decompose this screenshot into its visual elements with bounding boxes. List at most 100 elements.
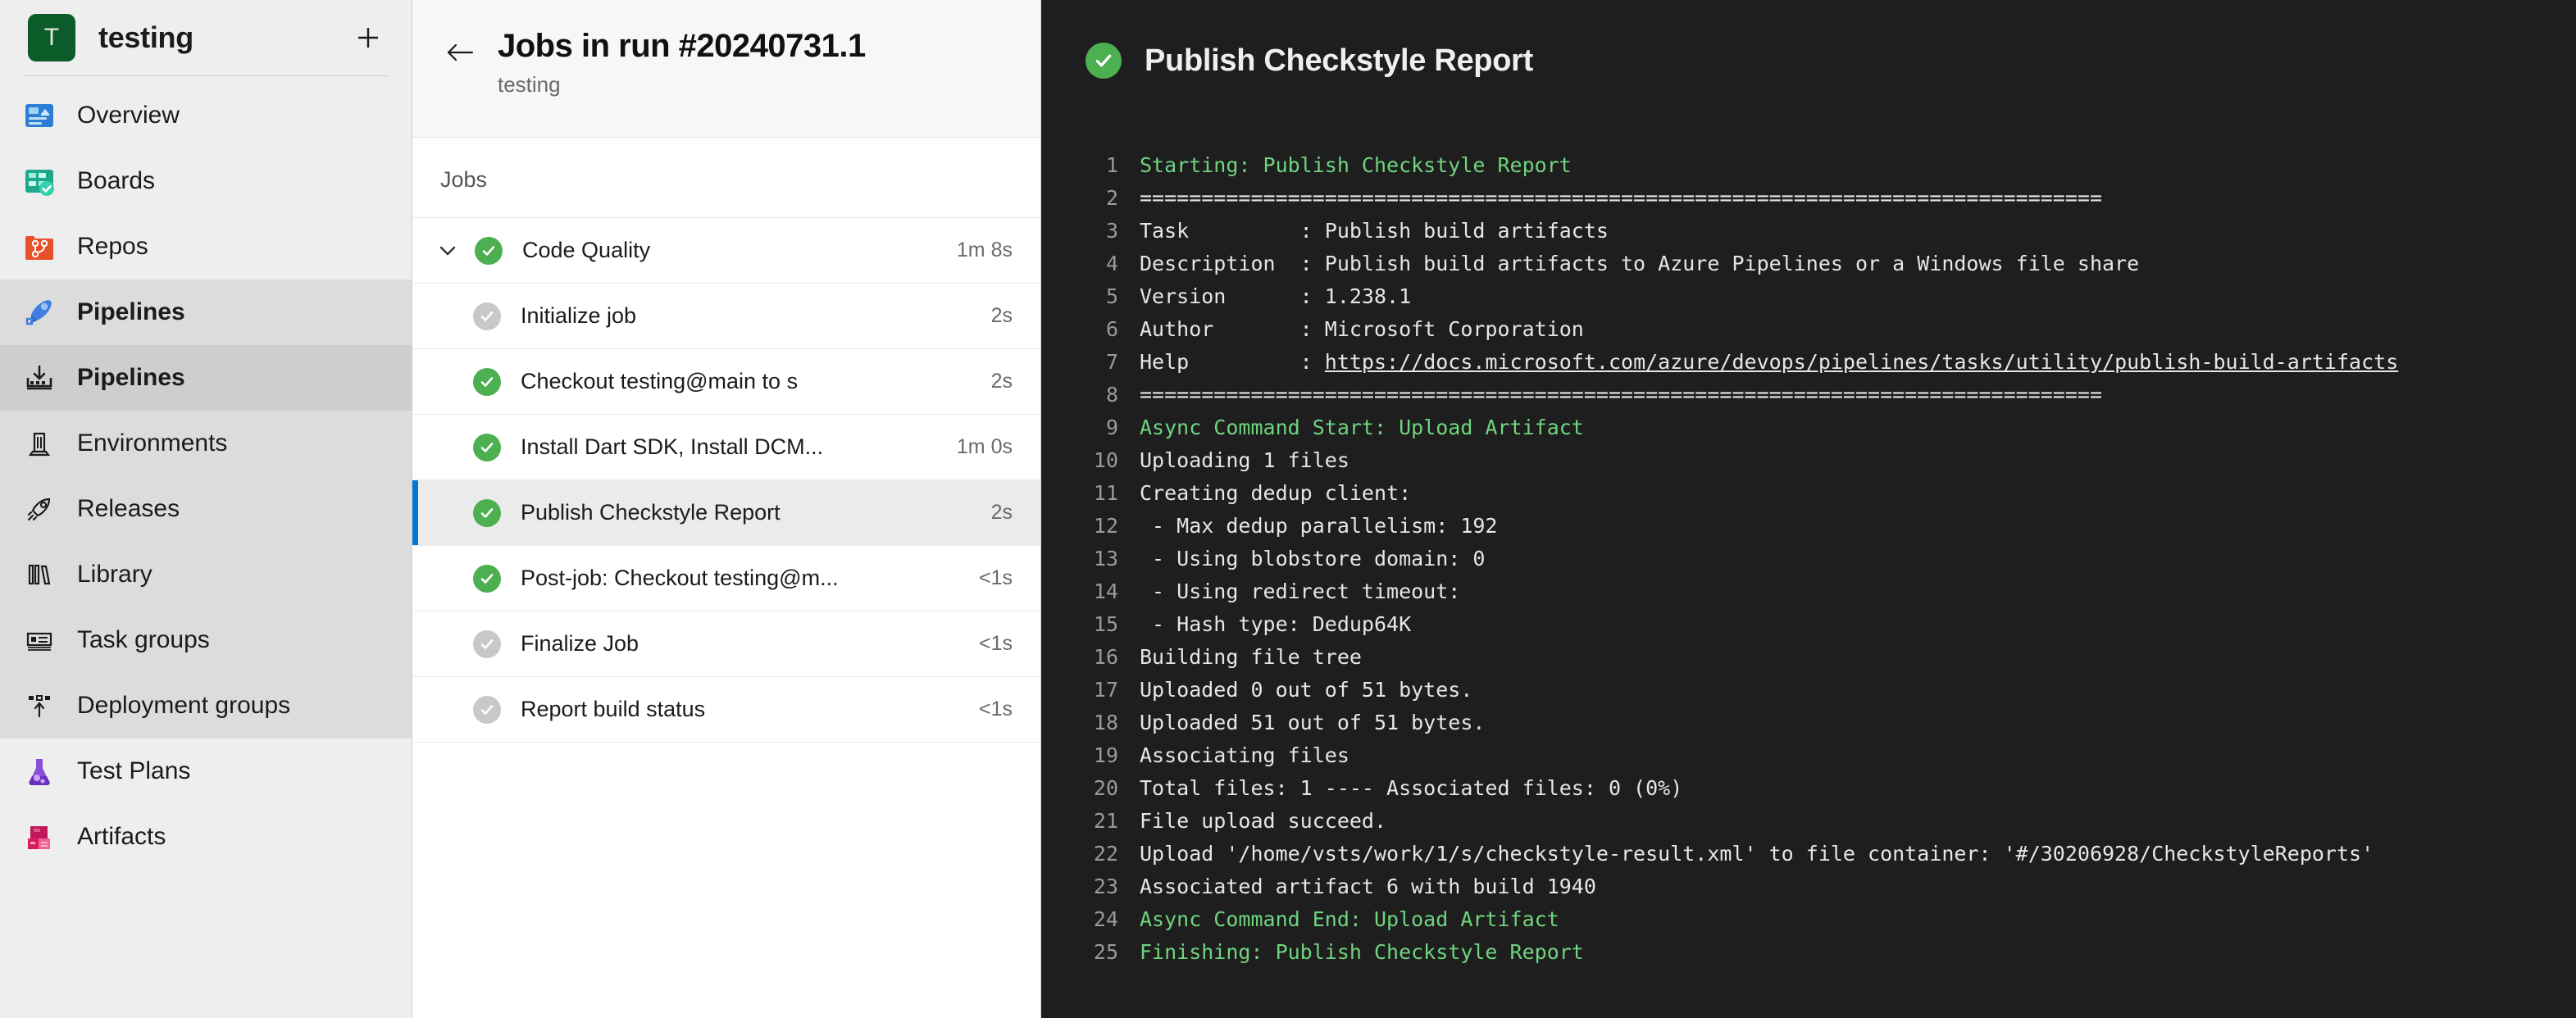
sidebar-item-label: Pipelines — [77, 298, 185, 325]
log-line-number: 21 — [1093, 809, 1118, 833]
deployment-groups-icon — [20, 686, 59, 725]
job-duration: <1s — [978, 566, 1013, 589]
log-help-link[interactable]: https://docs.microsoft.com/azure/devops/… — [1325, 350, 2398, 374]
sidebar-item-repos[interactable]: Repos — [0, 214, 412, 279]
log-line-number: 16 — [1093, 645, 1118, 669]
log-output[interactable]: 1 Starting: Publish Checkstyle Report 2 ===… — [1041, 92, 2576, 1018]
job-row-initialize-job[interactable]: Initialize job 2s — [412, 284, 1040, 349]
sidebar-item-label: Releases — [77, 495, 180, 522]
job-name: Report build status — [521, 697, 706, 721]
log-line-number: 20 — [1093, 776, 1118, 800]
log-line: 1 Starting: Publish Checkstyle Report — [1041, 149, 2576, 182]
log-line-number: 22 — [1093, 842, 1118, 866]
job-duration: 1m 8s — [956, 239, 1013, 261]
plus-icon — [358, 28, 378, 48]
sidebar-item-label: Overview — [77, 102, 180, 129]
log-line-text: - Hash type: Dedup64K — [1140, 612, 1412, 636]
sidebar-item-label: Artifacts — [77, 823, 166, 850]
sidebar-item-label: Boards — [77, 167, 156, 194]
log-line-text: ========================================… — [1140, 186, 2102, 210]
log-line-number: 5 — [1105, 284, 1118, 308]
log-line-number: 3 — [1105, 219, 1118, 243]
log-line-text: Building file tree — [1140, 645, 1362, 669]
log-line-number: 6 — [1105, 317, 1118, 341]
job-row-install-dart-sdk[interactable]: Install Dart SDK, Install DCM... 1m 0s — [412, 415, 1040, 480]
log-line: 22 Upload '/home/vsts/work/1/s/checkstyle… — [1041, 838, 2576, 870]
sidebar-item-pipelines-group[interactable]: Pipelines — [0, 279, 412, 345]
log-line-text: File upload succeed. — [1140, 809, 1387, 833]
status-icon-success — [475, 236, 503, 265]
sidebar-item-task-groups[interactable]: Task groups — [0, 607, 412, 673]
sidebar-item-overview[interactable]: Overview — [0, 83, 412, 148]
status-icon-success — [1085, 43, 1122, 79]
sidebar-item-boards[interactable]: Boards — [0, 148, 412, 214]
job-row-checkout[interactable]: Checkout testing@main to s 2s — [412, 349, 1040, 415]
job-duration: <1s — [978, 698, 1013, 720]
jobs-list-filler — [412, 743, 1040, 1018]
log-line-number: 23 — [1093, 875, 1118, 898]
log-line-number: 15 — [1093, 612, 1118, 636]
jobs-panel: Jobs in run #20240731.1 testing Jobs Cod… — [412, 0, 1041, 1018]
job-row-report-build-status[interactable]: Report build status <1s — [412, 677, 1040, 743]
log-line: 16 Building file tree — [1041, 641, 2576, 674]
sidebar-item-library[interactable]: Library — [0, 542, 412, 607]
log-line-text: ========================================… — [1140, 383, 2102, 407]
log-line: 4 Description : Publish build artifacts t… — [1041, 248, 2576, 280]
log-line-number: 12 — [1093, 514, 1118, 538]
log-line-number: 19 — [1093, 743, 1118, 767]
job-name: Code Quality — [522, 238, 651, 262]
job-row-finalize-job[interactable]: Finalize Job <1s — [412, 611, 1040, 677]
job-duration: 2s — [990, 370, 1013, 393]
log-line-number: 1 — [1105, 153, 1118, 177]
log-line-number: 11 — [1093, 481, 1118, 505]
log-line: 10 Uploading 1 files — [1041, 444, 2576, 477]
log-line-text: Help : https://docs.microsoft.com/azure/… — [1140, 350, 2399, 374]
page-subtitle: testing — [498, 72, 561, 97]
job-duration: 2s — [990, 501, 1013, 524]
chevron-down-icon[interactable] — [434, 237, 462, 265]
job-name: Post-job: Checkout testing@m... — [521, 566, 839, 590]
log-line-text: Upload '/home/vsts/work/1/s/checkstyle-r… — [1140, 842, 2374, 866]
sidebar-item-environments[interactable]: Environments — [0, 411, 412, 476]
sidebar-item-deployment-groups[interactable]: Deployment groups — [0, 673, 412, 739]
log-line-text: Associating files — [1140, 743, 1349, 767]
task-groups-icon — [20, 620, 59, 660]
sidebar-item-releases[interactable]: Releases — [0, 476, 412, 542]
sidebar-item-label: Repos — [77, 233, 148, 260]
job-row-code-quality[interactable]: Code Quality 1m 8s — [412, 218, 1040, 284]
releases-icon — [20, 489, 59, 529]
log-line: 7 Help : https://docs.microsoft.com/azure… — [1041, 346, 2576, 379]
log-line: 6 Author : Microsoft Corporation — [1041, 313, 2576, 346]
log-line-text: Creating dedup client: — [1140, 481, 1412, 505]
add-new-button[interactable] — [349, 19, 387, 57]
log-line-text: Task : Publish build artifacts — [1140, 219, 1609, 243]
pipelines-rocket-icon — [20, 293, 59, 332]
artifacts-icon — [20, 817, 59, 857]
log-line-number: 13 — [1093, 547, 1118, 570]
sidebar-item-label: Deployment groups — [77, 692, 291, 719]
boards-icon — [20, 161, 59, 201]
log-header: Publish Checkstyle Report — [1041, 0, 2576, 92]
sidebar-item-artifacts[interactable]: Artifacts — [0, 804, 412, 870]
log-line-text: Finishing: Publish Checkstyle Report — [1140, 940, 1584, 964]
job-row-publish-checkstyle-report[interactable]: Publish Checkstyle Report 2s — [412, 480, 1040, 546]
sidebar-item-pipelines[interactable]: Pipelines — [0, 345, 412, 411]
sidebar-item-test-plans[interactable]: Test Plans — [0, 739, 412, 804]
library-icon — [20, 555, 59, 594]
sidebar-item-label: Library — [77, 561, 152, 588]
status-icon-skipped — [473, 629, 501, 658]
jobs-section-label: Jobs — [412, 138, 1040, 218]
job-duration: 1m 0s — [956, 435, 1013, 458]
log-title: Publish Checkstyle Report — [1145, 43, 1533, 78]
left-sidebar: T testing Overview Boards Repos Pipeline… — [0, 0, 412, 1018]
log-line: 2 =======================================… — [1041, 182, 2576, 215]
test-plans-icon — [20, 752, 59, 791]
arrow-left-icon — [447, 43, 474, 61]
back-button[interactable] — [440, 33, 480, 72]
log-line: 19 Associating files — [1041, 739, 2576, 772]
log-line: 24 Async Command End: Upload Artifact — [1041, 903, 2576, 936]
log-line-text: - Using redirect timeout: — [1140, 579, 1461, 603]
job-row-post-job-checkout[interactable]: Post-job: Checkout testing@m... <1s — [412, 546, 1040, 611]
job-name: Checkout testing@main to s — [521, 369, 799, 393]
log-line-number: 7 — [1105, 350, 1118, 374]
